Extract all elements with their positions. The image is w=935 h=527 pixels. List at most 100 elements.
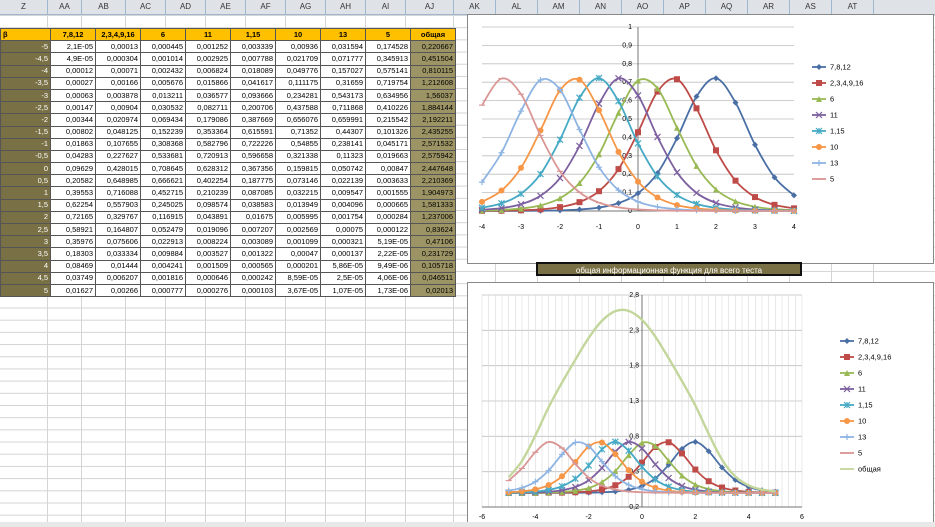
series-1-point[interactable] bbox=[665, 439, 672, 446]
series-1-point[interactable] bbox=[674, 76, 680, 83]
table-cell[interactable]: 0,01444 bbox=[95, 259, 141, 273]
table-cell[interactable]: 0,00063 bbox=[50, 88, 96, 103]
table-cell[interactable]: 3,5 bbox=[0, 247, 51, 261]
table-cell[interactable]: 0,716088 bbox=[95, 186, 141, 200]
legend-marker-point[interactable] bbox=[844, 338, 850, 344]
series-1-point[interactable] bbox=[596, 188, 602, 195]
series-4-point[interactable] bbox=[625, 447, 633, 455]
series-1-point[interactable] bbox=[713, 147, 719, 154]
series-5-point[interactable] bbox=[559, 473, 565, 480]
table-cell[interactable]: 0,437588 bbox=[275, 101, 321, 115]
legend-marker-point[interactable] bbox=[816, 160, 822, 166]
table-cell[interactable]: 0,001099 bbox=[275, 235, 321, 249]
table-cell[interactable]: 0,004096 bbox=[320, 198, 366, 212]
table-cell[interactable]: 0,00012 bbox=[50, 64, 96, 78]
series-1-point[interactable] bbox=[732, 177, 739, 184]
table-cell[interactable]: 0,001509 bbox=[185, 259, 231, 273]
series-3-point[interactable] bbox=[556, 174, 564, 182]
series-4-point[interactable] bbox=[638, 463, 646, 471]
series-1-point[interactable] bbox=[557, 204, 563, 211]
table-cell[interactable]: 0,003089 bbox=[230, 235, 276, 249]
table-cell[interactable]: 0,58921 bbox=[50, 222, 96, 237]
table-cell[interactable]: 1 bbox=[0, 186, 51, 200]
table-cell[interactable]: 2,435255 bbox=[410, 125, 456, 139]
series-4-point[interactable] bbox=[615, 97, 622, 105]
table-cell[interactable]: 2,575942 bbox=[410, 149, 456, 164]
table-cell[interactable]: 0,00166 bbox=[95, 76, 141, 90]
table-cell[interactable]: 0,72165 bbox=[50, 210, 96, 225]
table-cell[interactable]: 0,001816 bbox=[140, 271, 186, 285]
table-header-cell[interactable]: 2,3,4,9,16 bbox=[95, 27, 141, 42]
series-5-point[interactable] bbox=[596, 107, 602, 114]
legend-marker-point[interactable] bbox=[816, 80, 822, 86]
column-header-ah[interactable]: AH bbox=[326, 0, 366, 14]
table-cell[interactable]: 0,31659 bbox=[320, 76, 366, 90]
table-cell[interactable]: 5 bbox=[0, 283, 51, 298]
table-cell[interactable]: 0,452715 bbox=[140, 186, 186, 200]
table-cell[interactable]: 0,008224 bbox=[185, 235, 231, 249]
table-cell[interactable]: 0,116915 bbox=[140, 210, 186, 225]
table-cell[interactable]: 0,049776 bbox=[275, 64, 321, 78]
table-cell[interactable]: 0,003527 bbox=[185, 247, 231, 261]
table-cell[interactable]: 0,01675 bbox=[230, 210, 276, 225]
table-cell[interactable]: 0,18303 bbox=[50, 247, 96, 261]
table-cell[interactable]: 0,62254 bbox=[50, 198, 96, 212]
chart-top[interactable]: 0 0,1 0,2 0,3 0,4 0,5 0,6 0,7 0,8 0,9 1 -4 -3 -2 -1 0 1 2… bbox=[467, 14, 934, 264]
table-cell[interactable]: 0,019663 bbox=[365, 149, 411, 164]
table-cell[interactable]: 0,087085 bbox=[230, 186, 276, 200]
legend-marker-point[interactable] bbox=[844, 434, 850, 440]
table-cell[interactable]: 0,038583 bbox=[230, 198, 276, 212]
column-header-ag[interactable]: AG bbox=[286, 0, 326, 14]
table-cell[interactable]: 0,596658 bbox=[230, 149, 276, 164]
table-cell[interactable]: 0,000445 bbox=[140, 40, 186, 54]
series-5-point[interactable] bbox=[576, 76, 583, 83]
table-header-cell[interactable]: β bbox=[0, 27, 51, 42]
table-cell[interactable]: 0,098574 bbox=[185, 198, 231, 212]
column-header-ao[interactable]: AO bbox=[622, 0, 664, 14]
series-6-point[interactable] bbox=[635, 198, 641, 205]
series-1-point[interactable] bbox=[679, 450, 685, 457]
table-cell[interactable]: 0,00075 bbox=[320, 222, 366, 237]
table-cell[interactable]: 1,237006 bbox=[410, 210, 456, 225]
table-cell[interactable]: 0,164807 bbox=[95, 222, 141, 237]
series-1-point[interactable] bbox=[693, 105, 700, 112]
table-cell[interactable]: 0,000304 bbox=[95, 52, 141, 66]
table-cell[interactable]: 0,021709 bbox=[275, 52, 321, 66]
table-cell[interactable]: 0,234281 bbox=[275, 88, 321, 103]
table-cell[interactable]: 5,86E-05 bbox=[320, 259, 366, 273]
series-4-point[interactable] bbox=[598, 445, 606, 453]
table-cell[interactable]: 0,005995 bbox=[275, 210, 321, 225]
table-cell[interactable]: 0,00013 bbox=[95, 40, 141, 54]
column-header-ak[interactable]: AK bbox=[454, 0, 496, 14]
table-cell[interactable]: 0,050742 bbox=[320, 162, 366, 176]
table-cell[interactable]: 0,00071 bbox=[95, 64, 141, 78]
series-4-point[interactable] bbox=[556, 136, 564, 144]
table-cell[interactable]: 0,656076 bbox=[275, 113, 321, 127]
table-header-cell[interactable]: 6 bbox=[140, 27, 186, 42]
table-cell[interactable]: 0,002569 bbox=[275, 222, 321, 237]
table-cell[interactable]: 0,003633 bbox=[365, 174, 411, 188]
series-2-point[interactable] bbox=[674, 124, 680, 131]
table-cell[interactable]: 0,200706 bbox=[230, 101, 276, 115]
table-cell[interactable]: 0,387669 bbox=[230, 113, 276, 127]
table-cell[interactable]: 1,884144 bbox=[410, 101, 456, 115]
table-cell[interactable]: 0,030532 bbox=[140, 101, 186, 115]
series-1-point[interactable] bbox=[635, 129, 641, 136]
series-5-point[interactable] bbox=[532, 486, 539, 493]
table-cell[interactable]: 0,575141 bbox=[365, 64, 411, 78]
table-cell[interactable]: 0,01863 bbox=[50, 137, 96, 151]
table-cell[interactable]: 0,031594 bbox=[320, 40, 366, 54]
table-cell[interactable]: 0,000276 bbox=[185, 283, 231, 298]
table-cell[interactable]: 0,615591 bbox=[230, 125, 276, 139]
table-cell[interactable]: 0,557903 bbox=[95, 198, 141, 212]
table-cell[interactable]: 0,022913 bbox=[140, 235, 186, 249]
series-4-point[interactable] bbox=[576, 94, 583, 102]
table-cell[interactable]: 0,107655 bbox=[95, 137, 141, 151]
table-cell[interactable]: 2,447648 bbox=[410, 162, 456, 176]
table-cell[interactable]: 0,187775 bbox=[230, 174, 276, 188]
table-cell[interactable]: 0,007207 bbox=[230, 222, 276, 237]
table-cell[interactable]: 0,47106 bbox=[410, 235, 456, 249]
table-cell[interactable]: 0,009884 bbox=[140, 247, 186, 261]
column-header-aj[interactable]: AJ bbox=[406, 0, 454, 14]
table-cell[interactable]: 0,308368 bbox=[140, 137, 186, 151]
